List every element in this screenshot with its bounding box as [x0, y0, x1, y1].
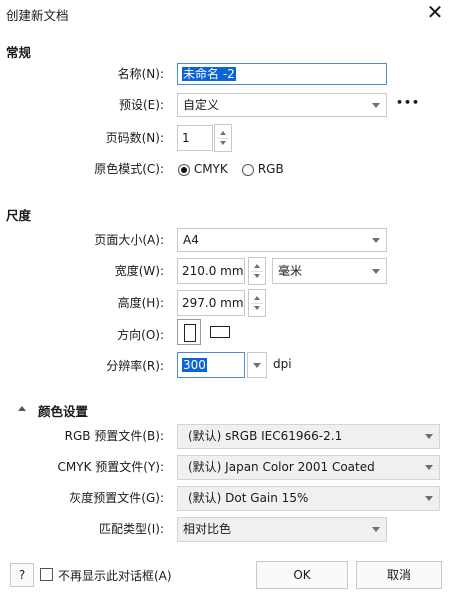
radio-rgb[interactable]: RGB: [242, 161, 284, 177]
unit-value: 毫米: [278, 264, 303, 278]
section-dimensions-heading: 尺度: [6, 208, 32, 223]
height-input[interactable]: 297.0 mm: [177, 290, 245, 316]
resolution-input[interactable]: 300: [177, 352, 245, 378]
stepper-down-icon: [254, 306, 260, 310]
cancel-button[interactable]: 取消: [356, 561, 442, 589]
radio-unselected-icon: [242, 163, 254, 176]
cmyk-profile-value: (默认) Japan Color 2001 Coated: [188, 460, 375, 474]
chevron-down-icon: [425, 465, 433, 470]
chevron-down-icon: [253, 363, 261, 368]
name-input-value: 未命名 -2: [182, 67, 236, 81]
width-stepper[interactable]: [248, 257, 266, 285]
page-size-label: 页面大小(A):: [94, 233, 164, 247]
page-size-dropdown[interactable]: A4: [177, 228, 387, 252]
preset-dropdown[interactable]: 自定义: [177, 93, 387, 117]
portrait-button[interactable]: [177, 319, 201, 345]
chevron-down-icon: [425, 434, 433, 439]
gray-profile-value: (默认) Dot Gain 15%: [188, 491, 309, 505]
dont-show-label[interactable]: 不再显示此对话框(A): [58, 567, 172, 584]
rgb-profile-label: RGB 预置文件(B):: [64, 429, 164, 443]
page-size-value: A4: [183, 233, 199, 247]
width-input[interactable]: 210.0 mm: [177, 258, 245, 284]
name-input[interactable]: 未命名 -2: [177, 63, 387, 85]
section-color-heading: 颜色设置: [38, 404, 89, 419]
chevron-down-icon: [372, 269, 380, 274]
pages-label: 页码数(N):: [105, 131, 164, 145]
resolution-dropdown-button[interactable]: [247, 352, 267, 378]
resolution-value: 300: [182, 358, 207, 372]
chevron-down-icon: [372, 527, 380, 532]
unit-dropdown[interactable]: 毫米: [272, 258, 387, 284]
pages-input[interactable]: 1: [177, 125, 213, 151]
match-type-dropdown[interactable]: 相对比色: [177, 517, 387, 542]
rgb-profile-dropdown[interactable]: (默认) sRGB IEC61966-2.1: [177, 424, 440, 449]
portrait-icon: [184, 324, 196, 342]
section-general-heading: 常规: [6, 45, 32, 60]
resolution-unit: dpi: [273, 357, 292, 371]
stepper-up-icon: [254, 296, 260, 300]
chevron-down-icon: [372, 103, 380, 108]
collapse-toggle-icon[interactable]: [18, 406, 26, 411]
rgb-profile-value: (默认) sRGB IEC61966-2.1: [188, 429, 343, 443]
cmyk-profile-dropdown[interactable]: (默认) Japan Color 2001 Coated: [177, 455, 440, 480]
height-label: 高度(H):: [117, 296, 164, 310]
gray-profile-dropdown[interactable]: (默认) Dot Gain 15%: [177, 486, 440, 511]
preset-label: 预设(E):: [119, 98, 164, 112]
gray-profile-label: 灰度预置文件(G):: [69, 491, 164, 505]
chevron-down-icon: [372, 238, 380, 243]
radio-selected-icon: [178, 163, 190, 176]
chevron-down-icon: [425, 496, 433, 501]
close-button[interactable]: ✕: [424, 0, 446, 24]
resolution-label: 分辨率(R):: [106, 359, 164, 373]
landscape-icon[interactable]: [210, 326, 230, 338]
cmyk-profile-label: CMYK 预置文件(Y):: [57, 460, 164, 474]
close-icon: ✕: [426, 0, 444, 24]
match-type-label: 匹配类型(I):: [99, 522, 164, 536]
color-mode-label: 原色模式(C):: [94, 162, 164, 176]
match-type-value: 相对比色: [183, 522, 232, 536]
dialog-title: 创建新文档: [6, 8, 69, 23]
orientation-label: 方向(O):: [117, 328, 164, 342]
pages-stepper[interactable]: [214, 124, 232, 152]
radio-rgb-label: RGB: [257, 162, 284, 176]
help-button[interactable]: ?: [10, 563, 34, 587]
dont-show-checkbox[interactable]: [40, 568, 53, 581]
stepper-down-icon: [220, 141, 226, 145]
stepper-down-icon: [254, 274, 260, 278]
name-label: 名称(N):: [117, 67, 164, 81]
width-label: 宽度(W):: [114, 264, 164, 278]
ok-button[interactable]: OK: [256, 561, 348, 589]
preset-value: 自定义: [183, 98, 220, 112]
stepper-up-icon: [254, 264, 260, 268]
more-options-button[interactable]: •••: [396, 96, 420, 109]
radio-cmyk[interactable]: CMYK: [178, 161, 228, 177]
height-stepper[interactable]: [248, 289, 266, 317]
radio-cmyk-label: CMYK: [193, 162, 228, 176]
stepper-up-icon: [220, 131, 226, 135]
